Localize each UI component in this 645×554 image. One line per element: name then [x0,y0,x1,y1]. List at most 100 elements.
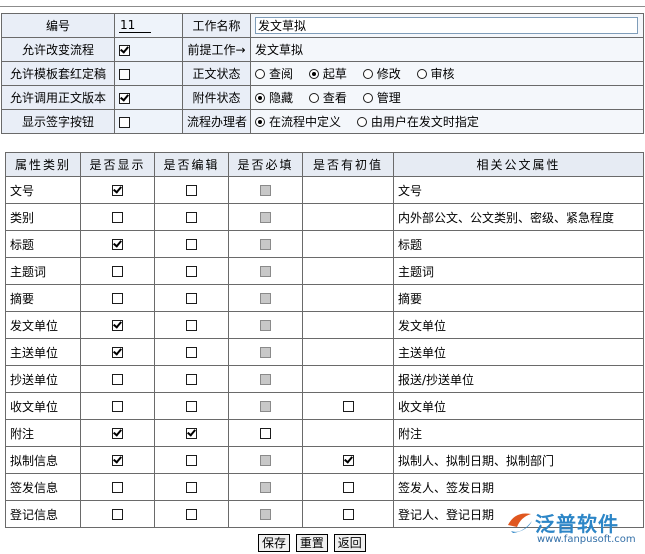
work-name-label: 工作名称 [182,13,251,38]
table-row: 抄送单位 报送/抄送单位 [5,365,644,393]
required-cell [228,284,303,312]
doc-status-radio-view[interactable] [255,68,265,79]
doc-status-option-label: 修改 [376,67,401,81]
required-cell [228,176,303,204]
property-category: 附注 [5,419,81,447]
attach-status-radio-hide[interactable] [255,92,265,103]
edit-checkbox[interactable] [186,455,197,466]
initial-checkbox[interactable] [342,509,354,520]
allow-doc-version-cell [114,85,183,110]
doc-status-option-draft[interactable]: 起草 [308,66,347,81]
allow-template-checkbox[interactable] [119,68,130,80]
property-category: 主送单位 [5,338,81,366]
related-attributes: 标题 [393,230,644,258]
initial-cell [302,365,394,393]
table-row: 签发信息 签发人、签发日期 [5,473,644,501]
required-cell [228,257,303,285]
edit-cell [154,230,229,258]
edit-checkbox[interactable] [186,347,197,358]
attach-status-option-label: 查看 [322,91,347,105]
back-button[interactable]: 返回 [333,534,366,552]
handler-radio-user[interactable] [356,116,367,127]
doc-status-radio-group: 查阅 起草 修改 审核 [250,61,644,86]
related-attributes: 摘要 [393,284,644,312]
allow-flow-change-label: 允许改变流程 [1,37,115,62]
show-cell [80,257,155,285]
show-checkbox[interactable] [112,239,123,250]
show-checkbox[interactable] [112,212,123,223]
edit-checkbox[interactable] [186,185,197,196]
initial-checkbox[interactable] [342,455,354,466]
doc-status-option-view[interactable]: 查阅 [255,66,293,81]
allow-flow-change-checkbox[interactable] [119,44,130,56]
edit-checkbox[interactable] [186,293,197,304]
show-checkbox[interactable] [112,293,123,304]
required-checkbox [260,239,271,250]
doc-status-option-review[interactable]: 审核 [416,66,455,81]
property-category: 签发信息 [5,473,81,501]
required-checkbox [260,293,271,304]
handler-radio-in-flow[interactable] [255,116,265,127]
initial-checkbox[interactable] [342,401,354,412]
reset-button[interactable]: 重置 [295,534,328,552]
edit-checkbox[interactable] [186,374,197,385]
table-row: 拟制信息 拟制人、拟制日期、拟制部门 [5,446,644,474]
work-name-input[interactable]: 发文草拟 [255,17,638,34]
doc-status-radio-draft[interactable] [308,68,319,79]
show-checkbox[interactable] [112,455,123,466]
attach-status-option-manage[interactable]: 管理 [362,90,401,105]
attach-status-option-hide[interactable]: 隐藏 [255,90,293,105]
initial-cell [302,284,394,312]
edit-cell [154,419,229,447]
edit-checkbox[interactable] [186,509,197,520]
show-checkbox[interactable] [112,482,123,493]
show-checkbox[interactable] [112,401,123,412]
show-checkbox[interactable] [112,509,123,520]
handler-option-user[interactable]: 由用户在发文时指定 [356,114,479,129]
show-cell [80,203,155,231]
show-checkbox[interactable] [112,347,123,358]
show-checkbox[interactable] [112,374,123,385]
column-header-related: 相关公文属性 [393,152,644,177]
allow-doc-version-checkbox[interactable] [119,92,130,104]
doc-status-option-edit[interactable]: 修改 [362,66,401,81]
allow-template-cell [114,61,183,86]
property-category: 抄送单位 [5,365,81,393]
save-button[interactable]: 保存 [258,534,291,552]
required-cell [228,473,303,501]
attach-status-radio-manage[interactable] [362,92,373,103]
related-attributes: 主题词 [393,257,644,285]
show-checkbox[interactable] [112,320,123,331]
attach-status-option-view[interactable]: 查看 [308,90,347,105]
edit-checkbox[interactable] [186,401,197,412]
brand-url: www.fanpusoft.com [537,534,636,545]
doc-status-option-label: 审核 [430,67,455,81]
property-category: 拟制信息 [5,446,81,474]
doc-status-radio-edit[interactable] [362,68,373,79]
required-checkbox [260,401,271,412]
handler-option-in-flow[interactable]: 在流程中定义 [255,114,341,129]
required-cell [228,446,303,474]
show-cell [80,392,155,420]
action-button-bar: 保存 重置 返回 [258,534,368,554]
show-checkbox[interactable] [112,266,123,277]
show-checkbox[interactable] [112,185,123,196]
show-cell [80,284,155,312]
edit-checkbox[interactable] [186,239,197,250]
attach-status-radio-view[interactable] [308,92,319,103]
show-sign-checkbox[interactable] [119,116,130,128]
required-cell [228,230,303,258]
required-checkbox [260,509,271,520]
doc-status-radio-review[interactable] [416,68,427,79]
initial-checkbox[interactable] [342,482,354,493]
workflow-settings-table: 编号 11 工作名称 发文草拟 允许改变流程 前提工作→ 发文草拟 允许模板套红… [1,13,644,134]
required-checkbox[interactable] [260,428,271,439]
edit-checkbox[interactable] [186,212,197,223]
column-header-category: 属性类别 [5,152,81,177]
edit-checkbox[interactable] [186,266,197,277]
edit-checkbox[interactable] [186,428,197,439]
property-category: 发文单位 [5,311,81,339]
edit-checkbox[interactable] [186,482,197,493]
edit-checkbox[interactable] [186,320,197,331]
show-checkbox[interactable] [112,428,123,439]
